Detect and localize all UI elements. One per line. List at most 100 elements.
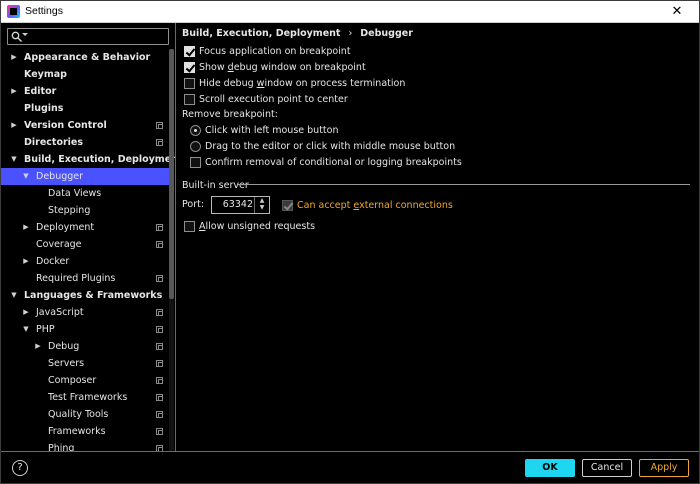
project-scope-icon: [156, 122, 163, 129]
project-scope-icon: [156, 241, 163, 248]
chevron-down-icon[interactable]: ▼: [21, 168, 31, 185]
sidebar-item-label: Debugger: [36, 171, 84, 182]
sidebar-item-label: Docker: [36, 256, 70, 267]
sidebar-item[interactable]: ▶ Docker: [1, 253, 169, 270]
sidebar-item[interactable]: ▶ JavaScript: [1, 304, 169, 321]
spinner-up-icon[interactable]: ▲: [255, 197, 269, 204]
drag-editor-radio[interactable]: [190, 141, 201, 152]
sidebar-item-label: PHP: [36, 324, 55, 335]
sidebar-item[interactable]: Composer: [1, 372, 169, 389]
sidebar-item[interactable]: Servers: [1, 355, 169, 372]
help-button[interactable]: ?: [12, 460, 28, 476]
sidebar-item[interactable]: ▼ Build, Execution, Deployment: [1, 151, 175, 168]
sidebar-item-label: Test Frameworks: [48, 392, 128, 403]
sidebar-item[interactable]: Coverage: [1, 236, 169, 253]
project-scope-icon: [156, 411, 163, 418]
sidebar-item-label: Build, Execution, Deployment: [24, 154, 175, 165]
sidebar-item-label: Quality Tools: [48, 409, 109, 420]
sidebar-item[interactable]: ▶ Appearance & Behavior: [1, 49, 169, 66]
confirm-removal-label: Confirm removal of conditional or loggin…: [205, 157, 462, 168]
sidebar-item[interactable]: Test Frameworks: [1, 389, 169, 406]
sidebar-item-label: Version Control: [24, 120, 107, 131]
confirm-removal-checkbox[interactable]: [190, 157, 201, 168]
ok-button[interactable]: OK: [525, 459, 575, 477]
port-spinner-field[interactable]: 63342 ▲ ▼: [211, 196, 270, 214]
project-scope-icon: [156, 326, 163, 333]
sidebar-item[interactable]: Required Plugins: [1, 270, 169, 287]
breadcrumb-parent[interactable]: Build, Execution, Deployment: [182, 28, 340, 39]
chevron-right-icon[interactable]: ▶: [21, 219, 31, 236]
sidebar-item-label: Stepping: [48, 205, 91, 216]
phpstorm-app-icon: [7, 5, 20, 18]
click-left-label: Click with left mouse button: [205, 125, 339, 136]
project-scope-icon: [156, 394, 163, 401]
can-accept-external-checkbox[interactable]: [282, 200, 293, 211]
sidebar-item[interactable]: ▶ Deployment: [1, 219, 169, 236]
chevron-down-icon[interactable]: ▼: [21, 321, 31, 338]
scroll-execution-checkbox[interactable]: [184, 94, 195, 105]
settings-tree: ▶ Appearance & Behavior Keymap ▶ Editor Plugi…: [1, 49, 175, 451]
settings-search-input[interactable]: [7, 28, 169, 45]
drag-editor-label: Drag to the editor or click with middle …: [205, 141, 456, 152]
sidebar-item-label: Data Views: [48, 188, 102, 199]
sidebar-item[interactable]: Quality Tools: [1, 406, 169, 423]
sidebar-item[interactable]: ▼ Debugger: [1, 168, 169, 185]
sidebar-item-label: Phing: [48, 443, 75, 451]
chevron-right-icon[interactable]: ▶: [9, 117, 19, 134]
close-window-button[interactable]: ✕: [659, 1, 695, 22]
builtin-server-separator: [238, 184, 690, 185]
sidebar-item[interactable]: Data Views: [1, 185, 169, 202]
sidebar-item-label: Directories: [24, 137, 84, 148]
click-left-radio[interactable]: [190, 125, 201, 136]
sidebar-scrollbar[interactable]: [169, 49, 174, 451]
sidebar-item[interactable]: ▶ Editor: [1, 83, 169, 100]
spinner-down-icon[interactable]: ▼: [255, 204, 269, 211]
chevron-down-icon[interactable]: ▼: [9, 287, 19, 304]
cancel-button[interactable]: Cancel: [582, 459, 632, 477]
sidebar-item-label: Frameworks: [48, 426, 106, 437]
allow-unsigned-checkbox[interactable]: [184, 221, 195, 232]
port-spinner-arrows[interactable]: ▲ ▼: [254, 197, 269, 213]
apply-button[interactable]: Apply: [639, 459, 689, 477]
project-scope-icon: [156, 343, 163, 350]
chevron-right-icon[interactable]: ▶: [33, 338, 43, 355]
settings-window: Settings ✕ ▶ Appearance & Behavior Keymap ▶…: [0, 0, 700, 484]
scroll-execution-label: Scroll execution point to center: [199, 94, 348, 105]
breadcrumb: Build, Execution, Deployment › Debugger: [182, 28, 413, 42]
chevron-down-icon[interactable]: ▼: [9, 151, 19, 168]
sidebar-item-label: Deployment: [36, 222, 95, 233]
breadcrumb-separator: ›: [348, 28, 353, 39]
chevron-right-icon[interactable]: ▶: [21, 253, 31, 270]
show-debug-window-checkbox[interactable]: [184, 62, 195, 73]
focus-app-checkbox[interactable]: [184, 46, 195, 57]
sidebar-scroll-thumb[interactable]: [169, 49, 174, 299]
sidebar-item[interactable]: Stepping: [1, 202, 169, 219]
search-options-chevron-down-icon[interactable]: [22, 33, 28, 37]
chevron-right-icon[interactable]: ▶: [9, 83, 19, 100]
project-scope-icon: [156, 224, 163, 231]
project-scope-icon: [156, 275, 163, 282]
project-scope-icon: [156, 428, 163, 435]
sidebar-item[interactable]: Frameworks: [1, 423, 169, 440]
project-scope-icon: [156, 360, 163, 367]
sidebar-item[interactable]: ▼ Languages & Frameworks: [1, 287, 169, 304]
sidebar-item-label: Coverage: [36, 239, 82, 250]
sidebar-item[interactable]: Plugins: [1, 100, 169, 117]
sidebar-item[interactable]: ▶ Debug: [1, 338, 169, 355]
sidebar-item[interactable]: Directories: [1, 134, 169, 151]
project-scope-icon: [156, 139, 163, 146]
allow-unsigned-label: Allow unsigned requests: [199, 221, 316, 232]
sidebar-item[interactable]: ▶ Version Control: [1, 117, 169, 134]
sidebar-item[interactable]: ▼ PHP: [1, 321, 169, 338]
sidebar-item-label: Languages & Frameworks: [24, 290, 163, 301]
port-value[interactable]: 63342: [212, 199, 253, 210]
chevron-right-icon[interactable]: ▶: [9, 49, 19, 66]
can-accept-external-label: Can accept external connections: [297, 200, 453, 211]
hide-debug-window-checkbox[interactable]: [184, 78, 195, 89]
chevron-right-icon[interactable]: ▶: [21, 304, 31, 321]
builtin-server-heading: Built-in server: [182, 180, 249, 191]
sidebar-item-label: Composer: [48, 375, 97, 386]
sidebar-item[interactable]: Keymap: [1, 66, 169, 83]
sidebar-item-label: Servers: [48, 358, 85, 369]
sidebar-item[interactable]: Phing: [1, 440, 169, 451]
